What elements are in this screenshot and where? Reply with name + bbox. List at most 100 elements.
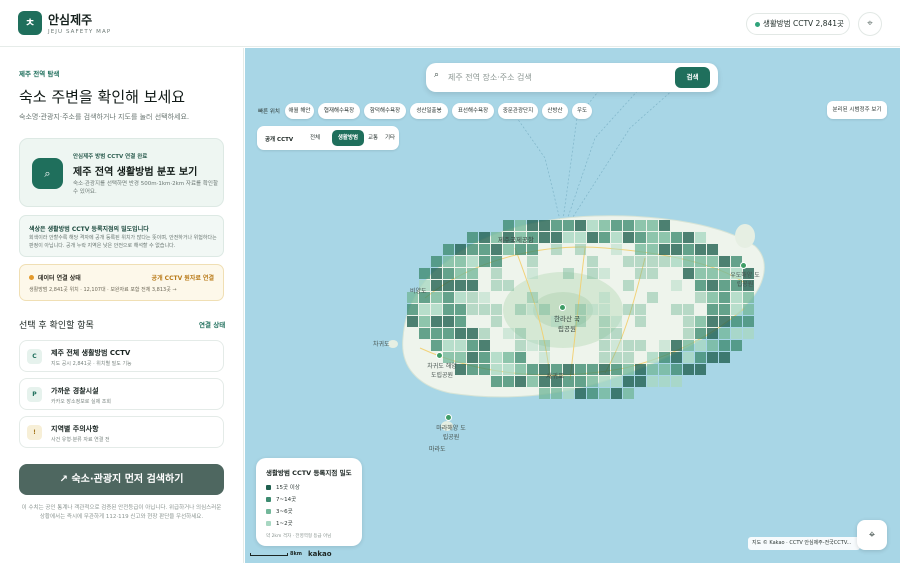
density-cell	[623, 352, 634, 363]
density-cell	[563, 376, 574, 387]
header-locate-button[interactable]: ⌖	[858, 12, 882, 36]
density-cell	[731, 328, 742, 339]
map-search-button[interactable]: 검색	[675, 67, 710, 88]
density-cell	[611, 376, 622, 387]
density-cell	[443, 340, 454, 351]
density-cell	[719, 256, 730, 267]
density-cell	[683, 232, 694, 243]
item-subtitle: 지도 공시 2,841곳 · 위치별 밀도 기능	[51, 361, 132, 367]
data-connection-card[interactable]: 데이터 연결 상태 공개 CCTV 원자료 연결 생활방범 2,841곳 위치 …	[19, 264, 224, 301]
density-cell	[647, 292, 658, 303]
density-cell	[419, 316, 430, 327]
density-cell	[623, 376, 634, 387]
density-cell	[503, 244, 514, 255]
density-cell	[563, 220, 574, 231]
density-cell	[431, 256, 442, 267]
connection-status-link[interactable]: 연결 상태	[199, 319, 225, 329]
density-cell	[719, 340, 730, 351]
density-cell	[623, 364, 634, 375]
chip-hyeopjae[interactable]: 협재해수욕장	[318, 103, 360, 119]
chip-hamdeok[interactable]: 함덕해수욕장	[364, 103, 406, 119]
chip-sanbangsan[interactable]: 산방산	[542, 103, 568, 119]
search-icon: ⌕	[32, 158, 63, 189]
density-cell	[647, 268, 658, 279]
density-cell	[683, 268, 694, 279]
density-cell	[575, 244, 586, 255]
density-cell	[515, 304, 526, 315]
density-cell	[623, 304, 634, 315]
filter-traffic[interactable]: 교통	[365, 130, 381, 146]
item-subtitle: 사건 유형·분류 자료 연결 전	[51, 437, 110, 443]
density-cell	[467, 280, 478, 291]
park-pin-icon	[559, 304, 566, 311]
density-cell	[599, 364, 610, 375]
chip-seongsan[interactable]: 성산일출봉	[410, 103, 448, 119]
density-cell	[743, 316, 754, 327]
density-cell	[539, 388, 550, 399]
density-cell	[671, 364, 682, 375]
density-cell	[527, 292, 538, 303]
density-cell	[527, 268, 538, 279]
density-cell	[599, 292, 610, 303]
density-cell	[599, 268, 610, 279]
search-first-button[interactable]: ↗ 숙소·관광지 먼저 검색하기	[19, 464, 224, 495]
chip-pyoseon[interactable]: 표선해수욕장	[452, 103, 494, 119]
density-cell	[551, 232, 562, 243]
scale-bar	[250, 553, 288, 556]
chip-udo[interactable]: 우도	[572, 103, 592, 119]
density-cell	[707, 316, 718, 327]
density-cell	[611, 352, 622, 363]
density-cell	[467, 328, 478, 339]
density-cell	[455, 292, 466, 303]
density-cell	[611, 220, 622, 231]
distribution-card[interactable]: ⌕ 안심제주 방범 CCTV 연결 완료 제주 전역 생활방범 분포 보기 숙소…	[19, 138, 224, 207]
cctv-status-pill[interactable]: 생활방범 CCTV 2,841곳	[746, 13, 850, 35]
density-cell	[491, 376, 502, 387]
park-pin-icon	[740, 262, 747, 269]
legend-swatch	[266, 485, 271, 490]
map-locate-button[interactable]: ⌖	[857, 520, 887, 550]
checklist-item-police[interactable]: P 가까운 경찰시설 카카오 장소정보로 실제 조회	[19, 378, 224, 410]
density-cell	[467, 340, 478, 351]
density-cell	[491, 256, 502, 267]
density-cell	[695, 316, 706, 327]
density-cell	[731, 316, 742, 327]
density-cell	[407, 316, 418, 327]
density-cell	[707, 280, 718, 291]
density-cell	[683, 256, 694, 267]
density-cell	[515, 340, 526, 351]
legend-row: 3~6곳	[266, 507, 293, 515]
density-cell	[515, 376, 526, 387]
density-cell	[635, 376, 646, 387]
density-cell	[731, 292, 742, 303]
checklist-item-cautions[interactable]: ! 지역별 주의사항 사건 유형·분류 자료 연결 전	[19, 416, 224, 448]
map-view[interactable]: 제주국제공항 한라산 국립공원 마라해양 도립공원 비양도 차귀도 우도해양 도…	[245, 48, 900, 563]
density-notice-title: 색상은 생활방범 CCTV 등록지점의 밀도입니다	[29, 226, 149, 233]
chip-jungmun[interactable]: 중문관광단지	[498, 103, 538, 119]
filter-other[interactable]: 기타	[382, 130, 398, 146]
density-cell	[743, 304, 754, 315]
place-label-airport: 제주국제공항	[498, 236, 534, 244]
density-cell	[575, 388, 586, 399]
map-search-input[interactable]	[448, 69, 648, 86]
density-cell	[659, 352, 670, 363]
density-cell	[659, 340, 670, 351]
density-cell	[455, 280, 466, 291]
density-cell	[671, 376, 682, 387]
density-cell	[623, 280, 634, 291]
density-cell	[611, 388, 622, 399]
chip-aewol[interactable]: 애월 해안	[285, 103, 314, 119]
filter-living-security[interactable]: 생활방범	[332, 130, 364, 146]
density-cell	[491, 280, 502, 291]
density-cell	[671, 256, 682, 267]
density-cell	[479, 256, 490, 267]
density-cell	[671, 244, 682, 255]
filter-all[interactable]: 전체	[304, 130, 326, 146]
density-cell	[707, 292, 718, 303]
density-cell	[623, 340, 634, 351]
shelter-toggle-button[interactable]: 분리된 시범정주 보기	[827, 101, 887, 119]
density-cell	[719, 352, 730, 363]
checklist-item-cctv[interactable]: C 제주 전체 생활방범 CCTV 지도 공시 2,841곳 · 위치별 밀도 …	[19, 340, 224, 372]
density-cell	[695, 280, 706, 291]
density-cell	[707, 256, 718, 267]
